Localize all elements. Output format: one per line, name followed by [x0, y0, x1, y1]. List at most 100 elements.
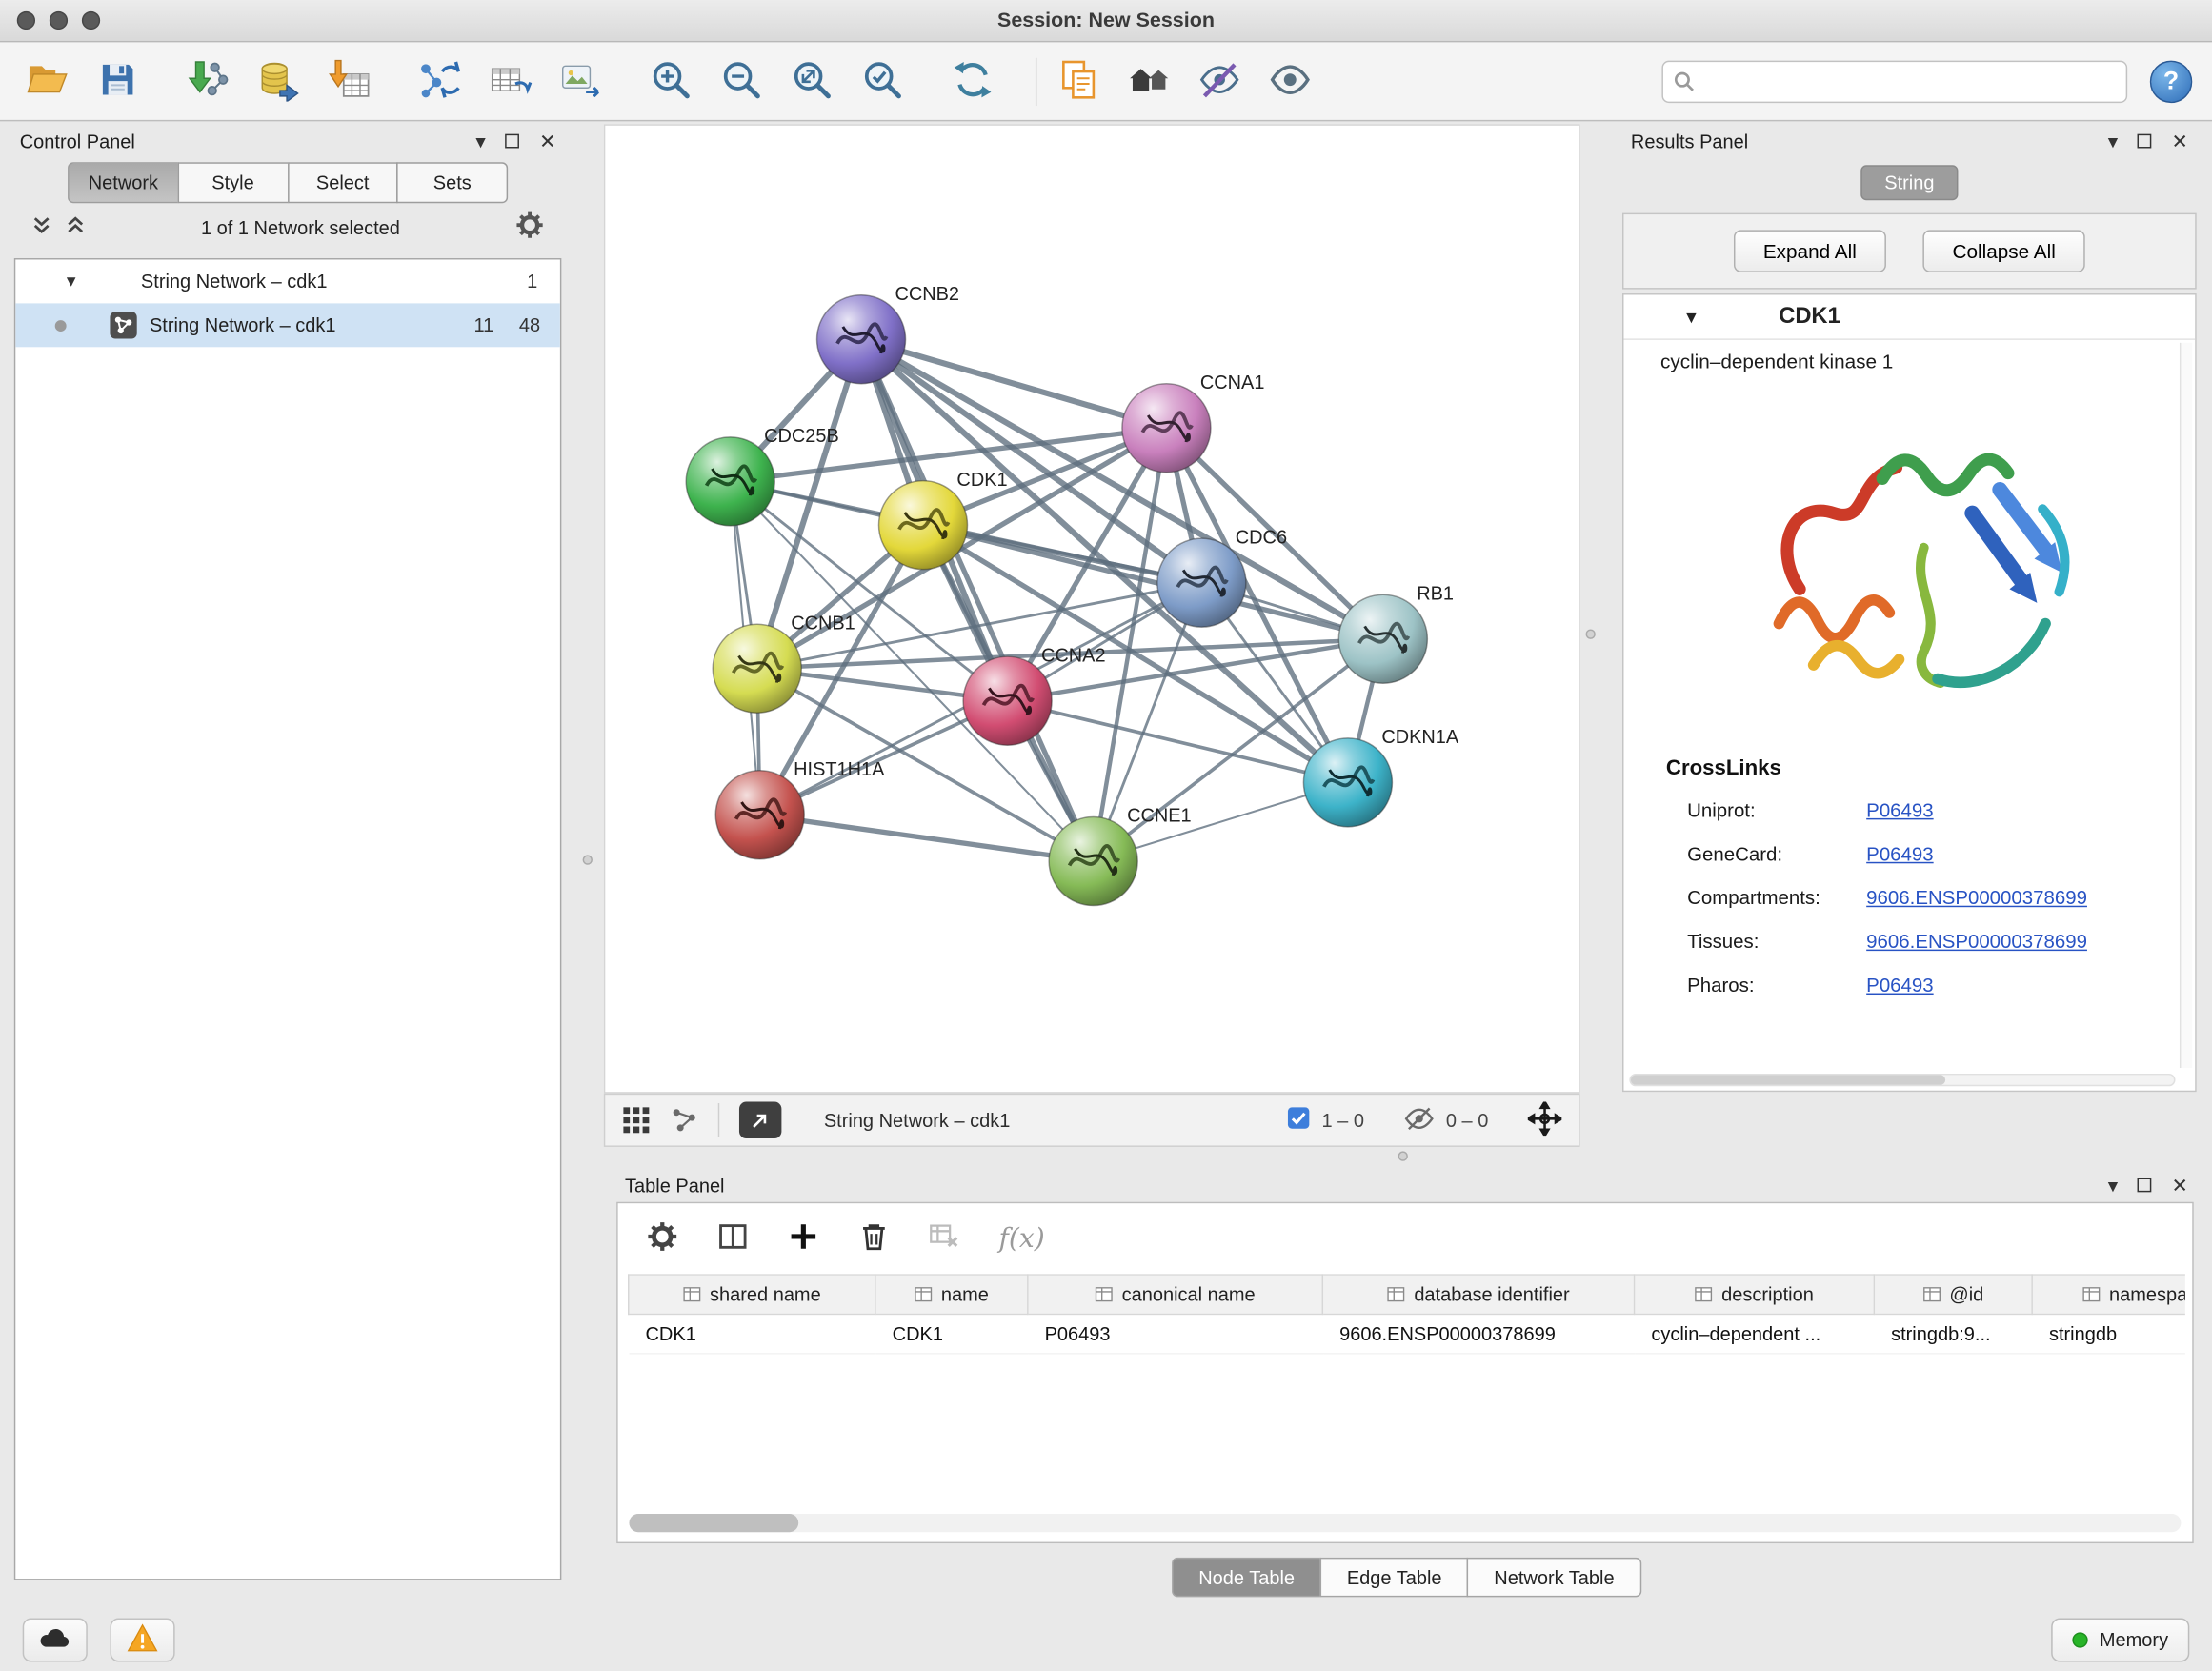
expand-all-icon[interactable]	[65, 214, 86, 240]
apply-layout-button[interactable]	[945, 54, 998, 108]
gear-icon[interactable]	[515, 211, 545, 245]
crosslink-link[interactable]: P06493	[1866, 800, 1933, 821]
cell-name[interactable]: CDK1	[875, 1314, 1028, 1353]
column-header[interactable]: description	[1635, 1275, 1875, 1314]
panel-collapse-icon[interactable]: ▾	[2108, 1176, 2118, 1196]
panel-float-icon[interactable]	[2138, 1178, 2152, 1193]
memory-button[interactable]: Memory	[2052, 1618, 2190, 1661]
cell-database-identifier[interactable]: 9606.ENSP00000378699	[1322, 1314, 1634, 1353]
close-window-button[interactable]	[17, 11, 35, 30]
cloud-status-button[interactable]	[23, 1618, 88, 1661]
zoom-window-button[interactable]	[82, 11, 100, 30]
network-node-ccna2[interactable]: CCNA2	[963, 645, 1105, 745]
string-results-tab[interactable]: String	[1860, 165, 1959, 200]
zoom-selected-button[interactable]	[855, 54, 908, 108]
warning-button[interactable]	[111, 1618, 175, 1661]
scrollbar-thumb[interactable]	[1631, 1075, 1946, 1084]
panel-collapse-icon[interactable]: ▾	[475, 131, 485, 151]
column-header[interactable]: database identifier	[1322, 1275, 1634, 1314]
pan-crosshair-icon[interactable]	[1528, 1101, 1562, 1139]
panel-collapse-icon[interactable]: ▾	[2108, 131, 2118, 151]
add-column-icon[interactable]	[787, 1220, 819, 1258]
collapse-all-button[interactable]: Collapse All	[1922, 230, 2085, 272]
column-header[interactable]: name	[875, 1275, 1028, 1314]
hide-graphics-details-button[interactable]	[1192, 54, 1245, 108]
new-network-from-selection-button[interactable]	[412, 54, 465, 108]
function-builder-button[interactable]: f(x)	[998, 1223, 1044, 1255]
crosslink-link[interactable]: P06493	[1866, 844, 1933, 865]
column-header[interactable]: @id	[1874, 1275, 2032, 1314]
import-table-button[interactable]	[322, 54, 375, 108]
zoom-in-button[interactable]	[643, 54, 696, 108]
network-node-ccna1[interactable]: CCNA1	[1122, 372, 1264, 473]
cell-description[interactable]: cyclin–dependent ...	[1635, 1314, 1875, 1353]
table-row[interactable]: CDK1 CDK1 P06493 9606.ENSP00000378699 cy…	[629, 1314, 2185, 1353]
protein-card-header[interactable]: ▼ CDK1	[1623, 295, 2195, 340]
copy-button[interactable]	[1051, 54, 1104, 108]
import-network-file-button[interactable]	[181, 54, 234, 108]
horizontal-scrollbar[interactable]	[629, 1514, 2181, 1532]
cell-id[interactable]: stringdb:9...	[1874, 1314, 2032, 1353]
network-node-rb1[interactable]: RB1	[1338, 583, 1454, 683]
tab-select[interactable]: Select	[287, 162, 398, 203]
zoom-out-button[interactable]	[714, 54, 767, 108]
network-collection-row[interactable]: ▼ String Network – cdk1 1	[15, 259, 560, 303]
home-button[interactable]	[1121, 54, 1175, 108]
disclosure-triangle-icon[interactable]: ▼	[64, 273, 79, 291]
network-graph[interactable]: CCNB2CCNA1CDC25BCDK1CDC6RB1CCNB1CCNA2CDK…	[605, 126, 1579, 1092]
cell-namespace[interactable]: stringdb	[2032, 1314, 2185, 1353]
network-edge[interactable]	[760, 815, 1094, 861]
help-button[interactable]: ?	[2150, 60, 2192, 102]
panel-splitter-handle[interactable]	[583, 855, 593, 864]
network-view[interactable]: CCNB2CCNA1CDC25BCDK1CDC6RB1CCNB1CCNA2CDK…	[604, 124, 1580, 1093]
open-session-button[interactable]	[20, 54, 73, 108]
network-node-hist1h1a[interactable]: HIST1H1A	[715, 759, 885, 859]
column-header[interactable]: namespace	[2032, 1275, 2185, 1314]
crosslink-link[interactable]: 9606.ENSP00000378699	[1866, 931, 2087, 952]
hidden-eye-slash-icon[interactable]	[1403, 1102, 1435, 1137]
export-image-button[interactable]	[553, 54, 606, 108]
collapse-all-icon[interactable]	[31, 214, 52, 240]
vertical-scrollbar[interactable]	[2180, 343, 2192, 1068]
column-header[interactable]: shared name	[629, 1275, 875, 1314]
panel-close-icon[interactable]: ✕	[539, 131, 555, 151]
show-columns-icon[interactable]	[716, 1220, 749, 1258]
disclosure-triangle-icon[interactable]: ▼	[1683, 307, 1700, 327]
save-session-button[interactable]	[90, 54, 144, 108]
network-row-selected[interactable]: String Network – cdk1 11 48	[15, 303, 560, 347]
tab-node-table[interactable]: Node Table	[1172, 1558, 1321, 1597]
birdseye-grid-icon[interactable]	[622, 1106, 651, 1135]
crosslink-link[interactable]: P06493	[1866, 975, 1933, 996]
panel-float-icon[interactable]	[506, 134, 520, 149]
column-header[interactable]: canonical name	[1028, 1275, 1323, 1314]
network-node-cdk1[interactable]: CDK1	[878, 470, 1007, 570]
selected-checkbox-icon[interactable]	[1286, 1106, 1310, 1135]
panel-float-icon[interactable]	[2138, 134, 2152, 149]
annotation-export-button[interactable]	[739, 1102, 781, 1139]
search-input[interactable]	[1661, 60, 2127, 102]
tab-sets[interactable]: Sets	[396, 162, 508, 203]
panel-close-icon[interactable]: ✕	[2171, 1176, 2187, 1196]
zoom-fit-button[interactable]	[784, 54, 837, 108]
network-share-icon[interactable]	[670, 1106, 698, 1135]
cell-canonical-name[interactable]: P06493	[1028, 1314, 1323, 1353]
horizontal-scrollbar[interactable]	[1629, 1074, 2175, 1086]
table-settings-gear-icon[interactable]	[646, 1220, 678, 1258]
scrollbar-thumb[interactable]	[629, 1514, 798, 1532]
export-table-button[interactable]	[482, 54, 535, 108]
panel-splitter-handle[interactable]	[1585, 629, 1595, 638]
tab-network-table[interactable]: Network Table	[1467, 1558, 1641, 1597]
panel-splitter-handle[interactable]	[1398, 1151, 1408, 1160]
panel-close-icon[interactable]: ✕	[2171, 131, 2187, 151]
tab-style[interactable]: Style	[177, 162, 289, 203]
expand-all-button[interactable]: Expand All	[1734, 230, 1886, 272]
import-network-database-button[interactable]	[251, 54, 305, 108]
delete-column-trash-icon[interactable]	[857, 1220, 890, 1258]
network-node-ccnb2[interactable]: CCNB2	[817, 284, 959, 384]
crosslink-link[interactable]: 9606.ENSP00000378699	[1866, 887, 2087, 908]
tab-edge-table[interactable]: Edge Table	[1320, 1558, 1469, 1597]
show-graphics-details-button[interactable]	[1262, 54, 1316, 108]
minimize-window-button[interactable]	[50, 11, 68, 30]
tab-network[interactable]: Network	[68, 162, 179, 203]
network-edge[interactable]	[861, 339, 1094, 861]
